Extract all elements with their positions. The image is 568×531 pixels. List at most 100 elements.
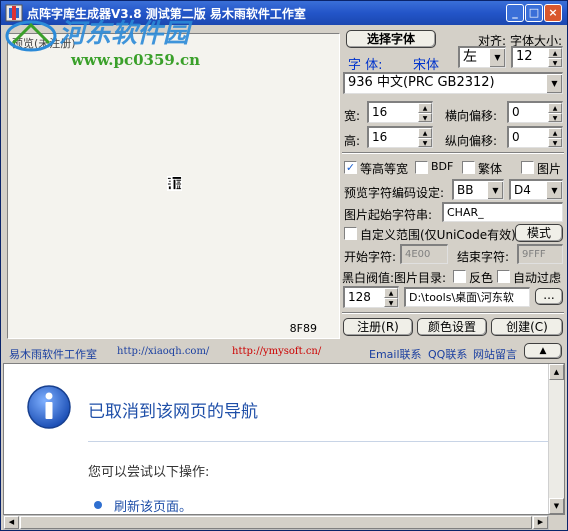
end-char-label: 结束字符: — [457, 250, 510, 264]
voffset-value: 0 — [512, 130, 520, 144]
height-spinner[interactable]: 16 ▲ ▼ — [367, 126, 433, 148]
scroll-left-icon[interactable]: ◀ — [4, 516, 19, 529]
encoding-lo-select[interactable]: D4 ▼ — [509, 179, 563, 200]
threshold-value: 128 — [348, 290, 371, 304]
height-value: 16 — [372, 130, 388, 144]
preview-encoding-label: 预览字符编码设定: — [344, 186, 445, 200]
resize-grip-icon[interactable] — [551, 515, 567, 530]
spinner-arrows-icon[interactable]: ▲ ▼ — [548, 103, 562, 122]
register-button[interactable]: 注册(R) — [343, 318, 413, 336]
custom-range-checkbox[interactable] — [344, 227, 357, 240]
encoding-hi-value: BB — [457, 183, 474, 197]
minimize-button[interactable]: _ — [506, 4, 524, 22]
select-font-button[interactable]: 选择字体 — [346, 30, 436, 48]
font-name: 宋体 — [413, 58, 440, 73]
info-icon — [27, 385, 71, 429]
start-char-input[interactable]: 4E00 — [400, 244, 448, 264]
custom-range-label: 自定义范围(仅UniCode有效) — [360, 228, 516, 242]
image-checkbox[interactable] — [521, 161, 534, 174]
mode-button[interactable]: 模式 — [515, 224, 563, 242]
browse-button[interactable]: ... — [535, 288, 563, 305]
site1-link[interactable]: http://xiaoqh.com/ — [117, 346, 209, 357]
scroll-thumb[interactable] — [20, 516, 532, 529]
font-label: 字 体: — [348, 58, 383, 73]
charset-value: 936 中文(PRC GB2312) — [348, 75, 495, 90]
image-dir-label: 图片目录: — [394, 271, 447, 285]
align-value: 左 — [463, 49, 477, 65]
image-start-label: 图片起始字符串: — [344, 208, 433, 222]
color-settings-button[interactable]: 颜色设置 — [417, 318, 487, 336]
image-label: 图片 — [537, 162, 562, 176]
voffset-label: 纵向偏移: — [445, 134, 498, 148]
refresh-link[interactable]: 刷新该页面。 — [114, 496, 192, 514]
watermark-url: www.pc0359.cn — [71, 51, 201, 69]
spinner-arrows-icon[interactable]: ▲ ▼ — [384, 288, 398, 307]
image-start-input[interactable]: CHAR_ — [442, 202, 563, 222]
scroll-up-icon[interactable]: ▲ — [549, 364, 564, 380]
width-spinner[interactable]: 16 ▲ ▼ — [367, 101, 433, 123]
separator — [342, 152, 564, 154]
traditional-checkbox[interactable] — [462, 161, 475, 174]
preview-char-code: 8F89 — [289, 322, 317, 335]
bdf-label: BDF — [431, 160, 454, 173]
site2-link[interactable]: http://ymysoft.cn/ — [232, 346, 321, 357]
bullet-icon — [94, 501, 102, 509]
hoffset-value: 0 — [512, 105, 520, 119]
font-size-value: 12 — [516, 49, 533, 64]
guestbook-link[interactable]: 网站留言 — [473, 346, 517, 362]
scroll-down-icon[interactable]: ▼ — [549, 498, 564, 514]
spinner-arrows-icon[interactable]: ▲ ▼ — [418, 128, 432, 147]
invert-checkbox[interactable] — [453, 270, 466, 283]
watermark-name: 河东软件园 — [59, 19, 190, 49]
divider — [88, 441, 548, 442]
preview-panel: 预览(未注册) 8F89 — [7, 33, 340, 339]
end-char-input[interactable]: 9FFF — [517, 244, 563, 264]
chevron-down-icon[interactable]: ▼ — [487, 181, 503, 199]
browser-message-title: 已取消到该网页的导航 — [88, 402, 258, 422]
scroll-right-icon[interactable]: ▶ — [533, 516, 548, 529]
image-dir-input[interactable]: D:\tools\桌面\河东软 — [404, 287, 530, 307]
bdf-checkbox[interactable] — [415, 161, 428, 174]
horizontal-scrollbar[interactable]: ◀ ▶ — [3, 515, 549, 530]
vertical-scrollbar[interactable]: ▲ ▼ — [548, 364, 564, 514]
separator — [342, 312, 564, 314]
spinner-arrows-icon[interactable]: ▲ ▼ — [548, 48, 562, 67]
app-window: 点阵字库生成器V3.8 测试第二版 易木雨软件工作室 _ □ × 预览(未注册)… — [0, 0, 568, 531]
charset-select[interactable]: 936 中文(PRC GB2312) ▼ — [343, 72, 563, 94]
collapse-button[interactable]: ▲ — [524, 343, 562, 359]
auto-filter-label: 自动过虑 — [513, 271, 562, 285]
qq-link[interactable]: QQ联系 — [428, 346, 467, 362]
invert-label: 反色 — [469, 271, 494, 285]
font-size-spinner[interactable]: 12 ▲ ▼ — [511, 46, 563, 68]
browser-hint: 您可以尝试以下操作: — [88, 465, 210, 480]
start-char-label: 开始字符: — [344, 250, 397, 264]
width-label: 宽: — [344, 109, 361, 123]
voffset-spinner[interactable]: 0 ▲ ▼ — [507, 126, 563, 148]
preview-glyph — [167, 176, 182, 191]
hoffset-label: 横向偏移: — [445, 109, 498, 123]
link-bar: 易木雨软件工作室 http://xiaoqh.com/ http://ymyso… — [1, 343, 567, 363]
height-label: 高: — [344, 134, 361, 148]
spinner-arrows-icon[interactable]: ▲ ▼ — [418, 103, 432, 122]
studio-link[interactable]: 易木雨软件工作室 — [9, 346, 97, 362]
email-link[interactable]: Email联系 — [369, 346, 422, 362]
traditional-label: 繁体 — [478, 162, 503, 176]
equal-hw-checkbox[interactable]: ✓ — [344, 161, 357, 174]
equal-hw-label: 等高等宽 — [360, 162, 409, 176]
width-value: 16 — [372, 105, 388, 119]
threshold-label: 黑白阀值: — [342, 271, 395, 285]
chevron-down-icon[interactable]: ▼ — [546, 181, 562, 199]
spinner-arrows-icon[interactable]: ▲ ▼ — [548, 128, 562, 147]
chevron-down-icon[interactable]: ▼ — [546, 74, 562, 93]
watermark-logo-icon — [5, 20, 57, 52]
chevron-down-icon[interactable]: ▼ — [489, 48, 505, 67]
auto-filter-checkbox[interactable] — [497, 270, 510, 283]
hoffset-spinner[interactable]: 0 ▲ ▼ — [507, 101, 563, 123]
close-button[interactable]: × — [544, 4, 562, 22]
create-button[interactable]: 创建(C) — [491, 318, 563, 336]
maximize-button[interactable]: □ — [525, 4, 543, 22]
threshold-spinner[interactable]: 128 ▲ ▼ — [343, 286, 399, 308]
encoding-lo-value: D4 — [514, 183, 531, 197]
align-select[interactable]: 左 ▼ — [458, 46, 506, 68]
encoding-hi-select[interactable]: BB ▼ — [452, 179, 504, 200]
